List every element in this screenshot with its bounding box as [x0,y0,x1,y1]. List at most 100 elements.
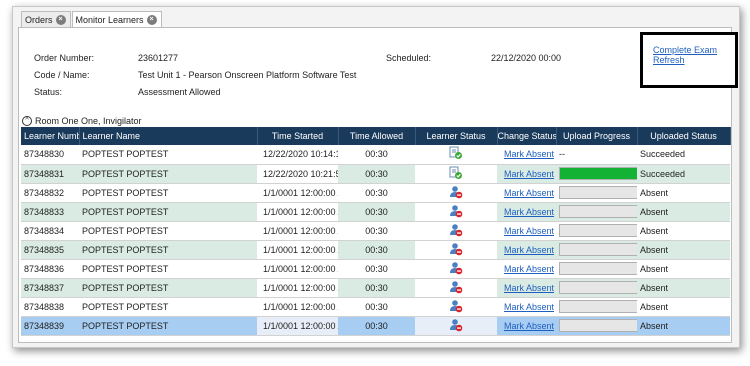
table-row[interactable]: 87348836 POPTEST POPTEST 1/1/0001 12:00:00… [21,259,730,279]
complete-exam-link[interactable]: Complete Exam [653,45,735,55]
learner-status-cell [415,316,497,336]
status-value: Assessment Allowed [138,87,221,97]
actions-highlight-box: Complete Exam Refresh [640,32,738,88]
learner-name-cell: POPTEST POPTEST [79,278,257,298]
col-upload-progress-header[interactable]: Upload Progress [556,127,638,145]
change-status-cell: Mark Absent [497,316,556,336]
collapse-icon[interactable]: ^ [22,116,32,126]
tab-monitor-learners[interactable]: Monitor Learners × [71,11,162,27]
mark-absent-link[interactable]: Mark Absent [504,245,554,255]
table-row[interactable]: 87348839 POPTEST POPTEST 1/1/0001 12:00:00… [21,316,730,336]
upload-progress-cell [556,278,637,298]
learner-name-cell: POPTEST POPTEST [79,221,257,241]
uploaded-status-cell: Absent [637,202,730,222]
change-status-cell: Mark Absent [497,221,556,241]
col-uploaded-status-header[interactable]: Uploaded Status [637,127,731,145]
col-time-started-header[interactable]: Time Started [257,127,339,145]
table-row[interactable]: 87348837 POPTEST POPTEST 1/1/0001 12:00:00… [21,278,730,298]
table-row[interactable]: 87348835 POPTEST POPTEST 1/1/0001 12:00:00… [21,240,730,260]
mark-absent-link[interactable]: Mark Absent [504,188,554,198]
learners-table: Learner NumberLearner NameTime StartedTi… [21,127,731,336]
close-icon[interactable]: × [55,14,66,25]
uploaded-status-cell: Absent [637,183,730,203]
uploaded-status-cell: Succeeded [637,145,730,165]
learner-name-cell: POPTEST POPTEST [79,259,257,279]
upload-progress-cell [556,316,637,336]
room-group-header[interactable]: ^ Room One One, Invigilator [22,115,142,127]
col-learner-number-header[interactable]: Learner Number [21,127,80,145]
mark-absent-link[interactable]: Mark Absent [504,302,554,312]
user-absent-icon [449,318,463,334]
document-check-icon [449,146,463,162]
learner-name-cell: POPTEST POPTEST [79,202,257,222]
time-started-cell: 12/22/2020 10:14:1 [257,145,338,165]
mark-absent-link[interactable]: Mark Absent [504,264,554,274]
user-absent-icon [449,280,463,296]
uploaded-status-cell: Absent [637,316,730,336]
upload-progress-cell [556,259,637,279]
tab-orders[interactable]: Orders × [21,11,71,27]
refresh-link[interactable]: Refresh [653,55,735,65]
learner-name-cell: POPTEST POPTEST [79,240,257,260]
monitor-panel: Order Number: 23601277 Code / Name: Test… [18,27,738,343]
learner-number-cell: 87348832 [21,183,79,203]
change-status-cell: Mark Absent [497,278,556,298]
uploaded-status-cell: Absent [637,259,730,279]
mark-absent-link[interactable]: Mark Absent [504,321,554,331]
learner-status-cell [415,221,497,241]
change-status-cell: Mark Absent [497,202,556,222]
document-check-icon [449,166,463,182]
order-info: Order Number: 23601277 Code / Name: Test… [19,28,731,110]
learner-status-cell [415,278,497,298]
upload-progress-cell [556,240,637,260]
time-allowed-cell: 00:30 [338,278,415,298]
table-row[interactable]: 87348838 POPTEST POPTEST 1/1/0001 12:00:00… [21,297,730,317]
col-learner-status-header[interactable]: Learner Status [415,127,498,145]
upload-progress-cell [556,297,637,317]
user-absent-icon [449,299,463,315]
learner-status-cell [415,240,497,260]
upload-progress-bar [559,186,637,199]
change-status-cell: Mark Absent [497,297,556,317]
order-number-label: Order Number: [34,53,95,63]
close-icon[interactable]: × [146,14,157,25]
uploaded-status-cell: Absent [637,278,730,298]
room-label: Room One One, Invigilator [35,116,142,126]
progress-text: -- [559,149,565,160]
user-absent-icon [449,204,463,220]
table-row[interactable]: 87348830 POPTEST POPTEST 12/22/2020 10:14:… [21,145,730,165]
user-absent-icon [449,185,463,201]
col-change-status-header[interactable]: Change Status [497,127,557,145]
learner-name-cell: POPTEST POPTEST [79,297,257,317]
col-time-allowed-header[interactable]: Time Allowed [338,127,416,145]
upload-progress-cell [556,183,637,203]
upload-progress-bar [559,167,637,180]
mark-absent-link[interactable]: Mark Absent [504,226,554,236]
table-row[interactable]: 87348834 POPTEST POPTEST 1/1/0001 12:00:00… [21,221,730,241]
upload-progress-cell: -- [556,145,637,165]
user-absent-icon [449,242,463,258]
mark-absent-link[interactable]: Mark Absent [504,169,554,179]
upload-progress-cell [556,221,637,241]
mark-absent-link[interactable]: Mark Absent [504,283,554,293]
scheduled-value: 22/12/2020 00:00 [491,53,562,63]
table-row[interactable]: 87348831 POPTEST POPTEST 12/22/2020 10:21:… [21,164,730,184]
learner-number-cell: 87348831 [21,164,79,184]
time-started-cell: 1/1/0001 12:00:00 A [257,183,338,203]
code-name-value: Test Unit 1 - Pearson Onscreen Platform … [138,70,357,80]
change-status-cell: Mark Absent [497,259,556,279]
learner-name-cell: POPTEST POPTEST [79,183,257,203]
time-allowed-cell: 00:30 [338,221,415,241]
col-learner-name-header[interactable]: Learner Name [79,127,258,145]
upload-progress-bar [559,319,637,332]
time-allowed-cell: 00:30 [338,316,415,336]
change-status-cell: Mark Absent [497,183,556,203]
table-row[interactable]: 87348833 POPTEST POPTEST 1/1/0001 12:00:00… [21,202,730,222]
mark-absent-link[interactable]: Mark Absent [504,207,554,217]
tab-label: Monitor Learners [75,14,144,25]
learner-status-cell [415,145,497,165]
upload-progress-bar [559,262,637,275]
table-row[interactable]: 87348832 POPTEST POPTEST 1/1/0001 12:00:00… [21,183,730,203]
mark-absent-link[interactable]: Mark Absent [504,149,554,159]
learner-number-cell: 87348830 [21,145,79,165]
